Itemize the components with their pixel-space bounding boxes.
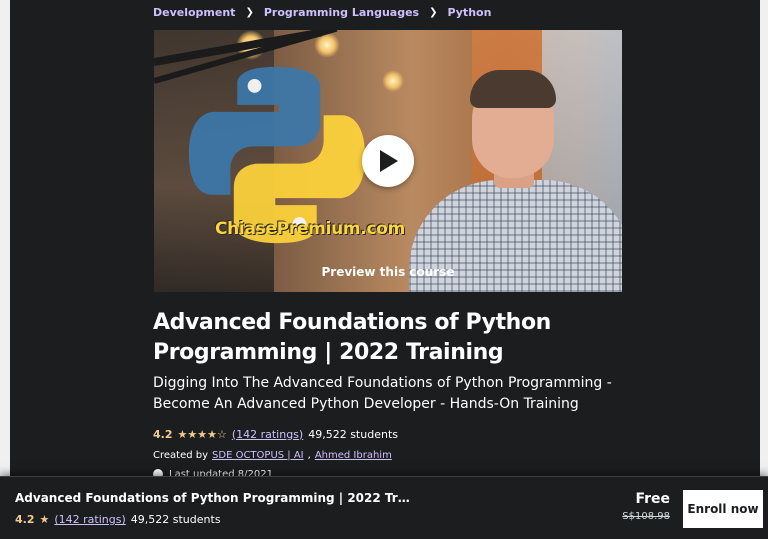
rating-row: 4.2 ★★★★☆ (142 ratings) 49,522 students bbox=[153, 426, 398, 442]
current-price: Free bbox=[635, 491, 670, 507]
rating-value: 4.2 bbox=[153, 427, 173, 441]
chevron-right-icon: ❯ bbox=[429, 6, 438, 18]
created-by-row: Created by SDE OCTOPUS | AI , Ahmed Ibra… bbox=[153, 448, 392, 462]
students-count: 49,522 students bbox=[308, 427, 398, 441]
sticky-course-title: Advanced Foundations of Python Programmi… bbox=[15, 491, 415, 505]
star-icon: ★ bbox=[39, 513, 50, 526]
price-block: Free S$108.98 bbox=[600, 491, 670, 522]
preview-course-label[interactable]: Preview this course bbox=[154, 265, 622, 279]
instructor-link-sde-octopus[interactable]: SDE OCTOPUS | AI bbox=[212, 450, 304, 461]
enroll-now-button[interactable]: Enroll now bbox=[682, 489, 764, 529]
course-preview-video[interactable] bbox=[154, 30, 622, 292]
course-page: Development ❯ Programming Languages ❯ Py… bbox=[0, 0, 768, 539]
sticky-ratings-count-link[interactable]: (142 ratings) bbox=[54, 513, 125, 526]
play-icon bbox=[380, 150, 398, 172]
breadcrumb-development[interactable]: Development bbox=[153, 6, 235, 19]
watermark-text: ChiasePremium.com bbox=[214, 219, 406, 239]
sticky-students-count: 49,522 students bbox=[130, 513, 221, 526]
instructor-link-ahmed-ibrahim[interactable]: Ahmed Ibrahim bbox=[315, 450, 392, 461]
light-bulb bbox=[382, 70, 404, 92]
left-margin bbox=[0, 0, 10, 538]
right-margin bbox=[760, 0, 768, 538]
play-button[interactable] bbox=[362, 135, 414, 187]
instructor-separator: , bbox=[307, 449, 311, 461]
created-by-label: Created by bbox=[153, 449, 209, 461]
chevron-right-icon: ❯ bbox=[245, 6, 254, 18]
instructor-hair bbox=[470, 70, 556, 108]
breadcrumb-programming-languages[interactable]: Programming Languages bbox=[264, 6, 419, 19]
original-price: S$108.98 bbox=[622, 511, 670, 522]
sticky-rating-value: 4.2 bbox=[15, 513, 35, 526]
course-title: Advanced Foundations of Python Programmi… bbox=[153, 310, 551, 365]
breadcrumb-python[interactable]: Python bbox=[448, 6, 492, 19]
sticky-enroll-bar: Advanced Foundations of Python Programmi… bbox=[0, 476, 768, 539]
ratings-count-link[interactable]: (142 ratings) bbox=[232, 428, 303, 441]
sticky-rating-row: 4.2 ★ (142 ratings) 49,522 students bbox=[15, 513, 221, 526]
breadcrumb: Development ❯ Programming Languages ❯ Py… bbox=[153, 4, 491, 20]
star-rating-icon: ★★★★☆ bbox=[177, 427, 227, 441]
course-subtitle: Digging Into The Advanced Foundations of… bbox=[153, 375, 612, 412]
